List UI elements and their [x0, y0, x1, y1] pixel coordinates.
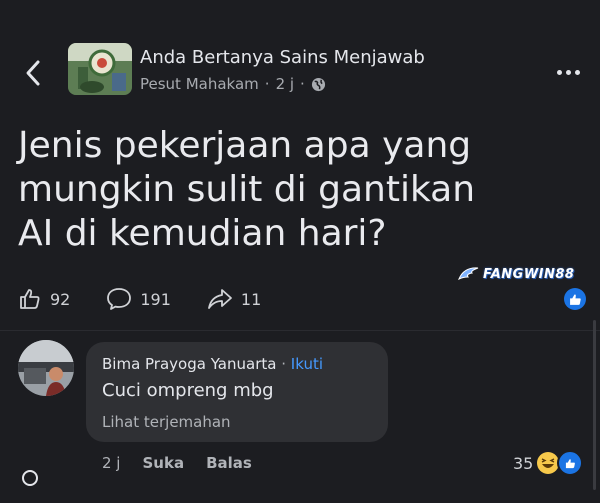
- post-author[interactable]: Pesut Mahakam: [140, 75, 259, 93]
- comment-icon: [107, 288, 132, 310]
- like-badge-icon: [564, 288, 586, 310]
- commenter-avatar-image: [18, 340, 74, 396]
- more-icon-dot: [574, 69, 580, 75]
- see-translation-link[interactable]: Lihat terjemahan: [102, 413, 231, 431]
- watermark-text: FANGWIN88: [483, 266, 575, 282]
- comment-reaction-count: 35: [513, 453, 534, 473]
- overlay-ring-icon: [22, 470, 38, 486]
- scrollbar[interactable]: [593, 320, 596, 490]
- wing-logo-icon: [458, 267, 479, 281]
- like-reaction-icon: [557, 450, 584, 476]
- comment-like-button[interactable]: Suka: [142, 454, 184, 472]
- thumb-up-icon: [569, 294, 581, 305]
- globe-icon: [311, 77, 325, 91]
- post-time[interactable]: 2 j: [276, 75, 294, 93]
- comment-text: Cuci ompreng mbg: [102, 380, 274, 401]
- thumb-icon: [565, 458, 575, 468]
- share-button[interactable]: 11: [207, 287, 261, 311]
- meta-separator-2: ·: [300, 75, 305, 93]
- meta-separator: ·: [264, 75, 270, 93]
- group-avatar-image: [68, 43, 132, 95]
- like-button[interactable]: 92: [18, 287, 70, 311]
- post-text: Jenis pekerjaan apa yang mungkin sulit d…: [18, 125, 476, 254]
- share-count: 11: [240, 289, 262, 309]
- group-name[interactable]: Anda Bertanya Sains Menjawab: [140, 47, 425, 68]
- haha-face-icon: [537, 452, 559, 474]
- comment-author[interactable]: Bima Prayoga Yanuarta: [102, 355, 276, 373]
- like-icon: [20, 289, 40, 309]
- share-icon: [208, 289, 232, 309]
- commenter-avatar[interactable]: [18, 340, 74, 396]
- chevron-left-icon: [26, 60, 40, 86]
- comment-button[interactable]: 191: [106, 287, 171, 311]
- comment-reply-button[interactable]: Balas: [206, 454, 252, 472]
- comment-time[interactable]: 2 j: [102, 454, 120, 472]
- haha-emoji-icon: [537, 452, 560, 474]
- more-icon-dot: [565, 69, 571, 75]
- comment-meta: 2 j Suka Balas: [102, 454, 252, 472]
- group-avatar[interactable]: [68, 43, 132, 95]
- back-button[interactable]: [18, 55, 48, 91]
- more-options-button[interactable]: [548, 60, 588, 84]
- comment-separator: ·: [281, 355, 287, 373]
- like-count: 92: [50, 289, 71, 309]
- follow-button[interactable]: Ikuti: [291, 355, 323, 373]
- post-action-bar: 92 191 11: [18, 286, 297, 312]
- comment-author-line: Bima Prayoga Yanuarta · Ikuti: [102, 355, 323, 373]
- watermark: FANGWIN88: [458, 263, 574, 285]
- comment-reactions[interactable]: 35: [513, 450, 584, 476]
- divider: [0, 330, 600, 331]
- more-icon: [556, 69, 562, 75]
- comment-count: 191: [140, 289, 171, 309]
- post-meta: Pesut Mahakam · 2 j ·: [140, 75, 326, 93]
